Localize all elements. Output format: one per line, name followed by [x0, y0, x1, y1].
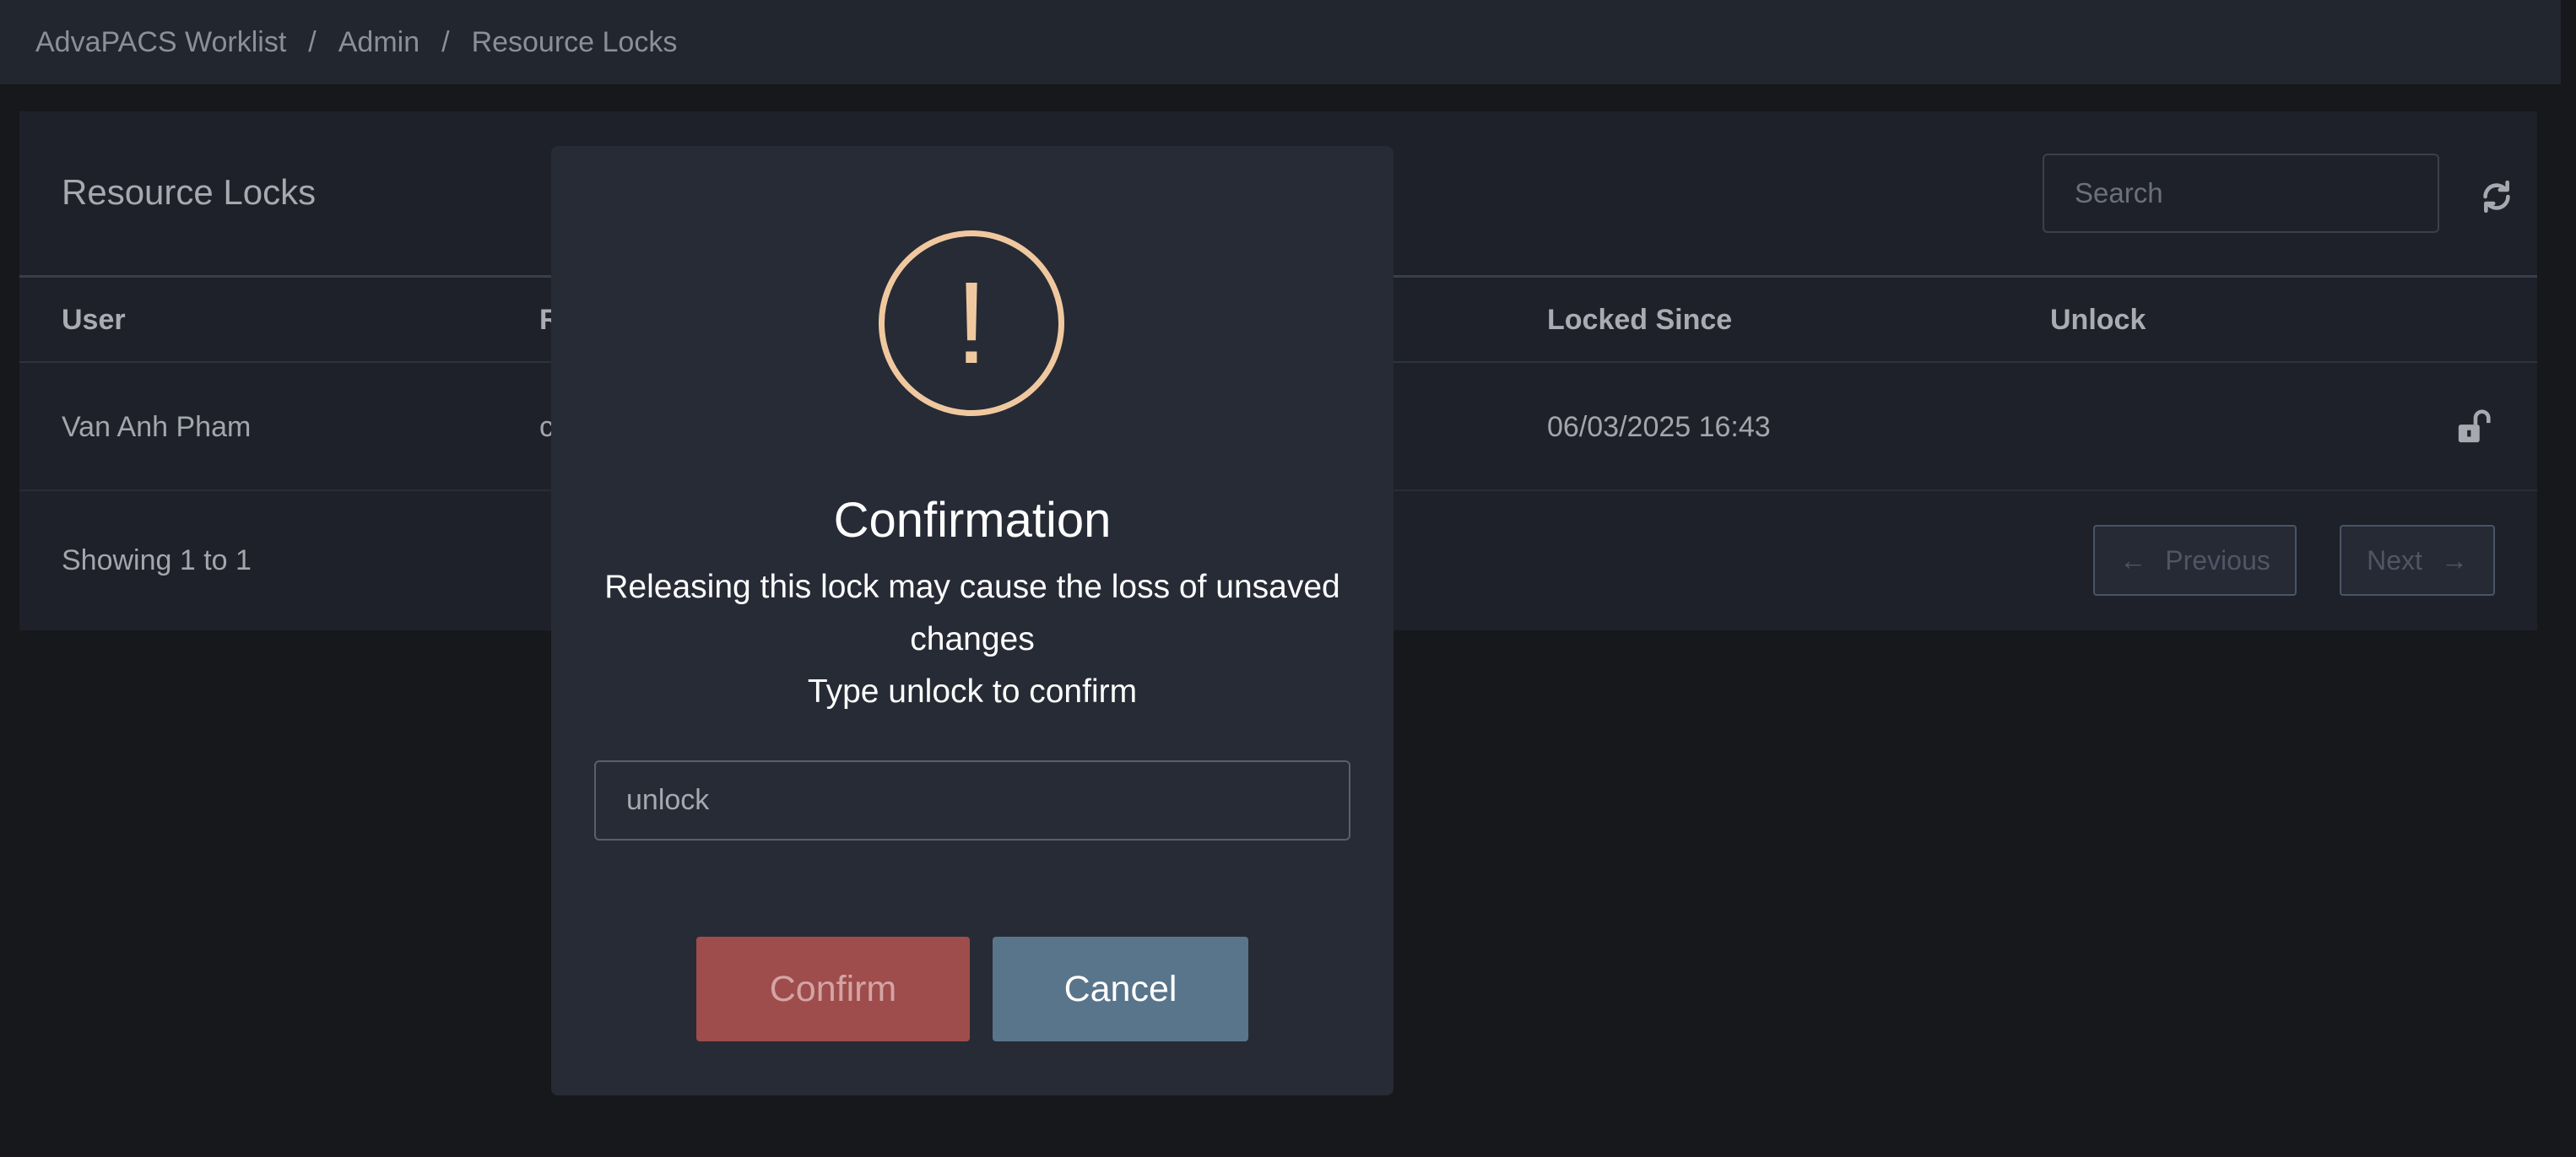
breadcrumb-separator: /	[308, 25, 317, 58]
breadcrumb-item-admin[interactable]: Admin	[338, 26, 419, 59]
arrow-right-icon: →	[2440, 544, 2468, 576]
previous-button[interactable]: ← Previous	[2093, 525, 2297, 596]
dialog-message: Releasing this lock may cause the loss o…	[585, 561, 1360, 718]
unlock-icon[interactable]	[2455, 407, 2494, 446]
warning-icon: !	[879, 230, 1064, 416]
breadcrumb: AdvaPACS Worklist / Admin / Resource Loc…	[0, 0, 2561, 84]
next-button[interactable]: Next →	[2340, 525, 2495, 596]
dialog-title: Confirmation	[833, 493, 1112, 548]
breadcrumb-item-worklist[interactable]: AdvaPACS Worklist	[35, 26, 286, 59]
pagination-summary: Showing 1 to 1	[62, 544, 252, 576]
cell-user: Van Anh Pham	[62, 411, 252, 443]
cancel-button[interactable]: Cancel	[993, 937, 1248, 1041]
column-header-locked-since[interactable]: Locked Since	[1547, 304, 1732, 337]
breadcrumb-separator: /	[441, 25, 450, 58]
refresh-icon[interactable]	[2477, 177, 2516, 216]
previous-label: Previous	[2165, 544, 2270, 576]
dialog-warning-text: Releasing this lock may cause the loss o…	[604, 569, 1340, 657]
column-header-unlock: Unlock	[2050, 304, 2146, 336]
dialog-instruction-text: Type unlock to confirm	[807, 673, 1138, 710]
column-header-user[interactable]: User	[62, 304, 126, 337]
cell-locked-since: 06/03/2025 16:43	[1547, 411, 1771, 443]
search-input[interactable]	[2043, 154, 2439, 233]
page-title: Resource Locks	[62, 172, 317, 212]
confirm-text-input[interactable]	[594, 760, 1350, 841]
breadcrumb-item-resource-locks: Resource Locks	[471, 25, 678, 58]
confirm-button[interactable]: Confirm	[696, 937, 970, 1041]
exclamation-glyph: !	[955, 258, 988, 388]
arrow-left-icon: ←	[2119, 544, 2147, 576]
confirmation-dialog: ! Confirmation Releasing this lock may c…	[551, 146, 1394, 1095]
next-label: Next	[2367, 544, 2422, 576]
